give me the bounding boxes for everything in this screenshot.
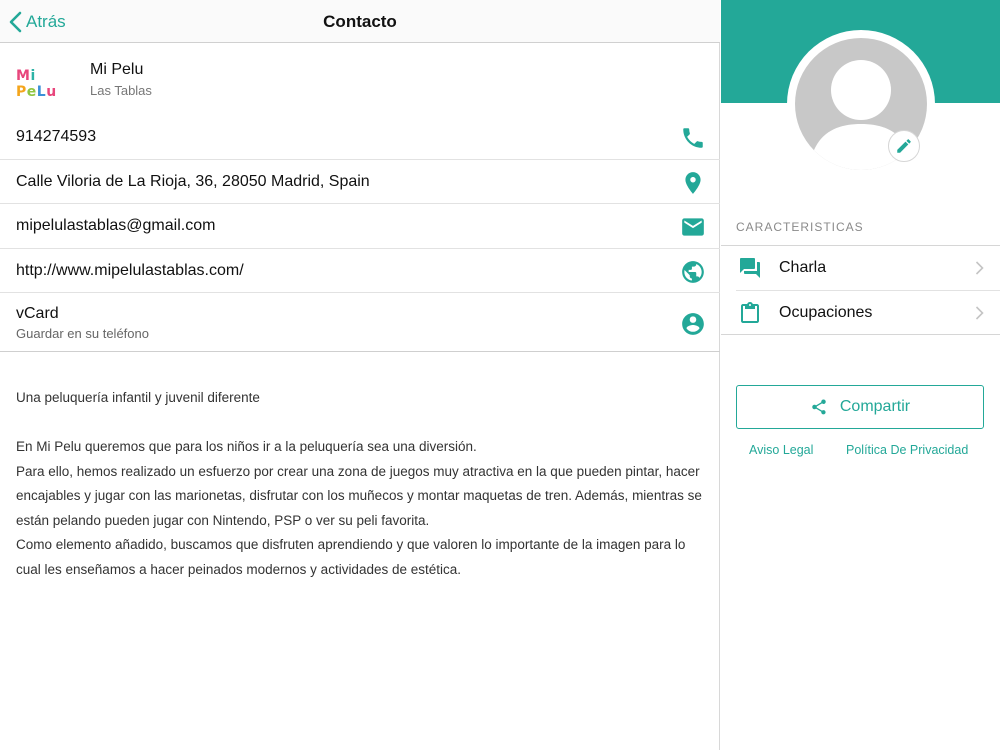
pencil-icon: [897, 139, 911, 153]
business-description: Una peluquería infantil y juvenil difere…: [16, 386, 706, 607]
page-title: Contacto: [323, 12, 397, 31]
business-name: Mi Pelu: [90, 61, 144, 78]
address-text: Calle Viloria de La Rioja, 36, 28050 Mad…: [16, 172, 370, 190]
business-header: Mi PeLu Mi Pelu Las Tablas: [0, 44, 720, 114]
envelope-icon[interactable]: [680, 214, 706, 240]
contact-list: 914274593 Calle Viloria de La Rioja, 36,…: [0, 115, 720, 352]
edit-avatar-button[interactable]: [888, 130, 920, 162]
chat-icon: [738, 256, 762, 280]
feature-label: Charla: [779, 259, 827, 276]
business-location: Las Tablas: [90, 83, 152, 98]
feature-label: Ocupaciones: [779, 304, 873, 321]
share-label: Compartir: [839, 398, 911, 415]
privacy-policy-link[interactable]: Política De Privacidad: [846, 443, 968, 457]
feature-item-charla[interactable]: Charla: [721, 246, 1000, 290]
map-pin-icon[interactable]: [680, 170, 706, 196]
globe-icon[interactable]: [680, 259, 706, 285]
email-row[interactable]: mipelulastablas@gmail.com: [0, 204, 720, 249]
chevron-right-icon: [975, 261, 984, 275]
contact-pane: Atrás Contacto Mi PeLu Mi Pelu Las Tabla…: [0, 0, 720, 750]
vcard-subtitle: Guardar en su teléfono: [16, 326, 149, 341]
features-list: Charla Ocupaciones: [721, 245, 1000, 335]
account-circle-icon[interactable]: [680, 311, 706, 337]
features-section-title: CARACTERISTICAS: [736, 220, 864, 234]
vcard-row[interactable]: vCard Guardar en su teléfono: [0, 293, 720, 352]
share-icon: [812, 399, 826, 415]
phone-icon[interactable]: [680, 125, 706, 151]
chevron-right-icon: [975, 306, 984, 320]
business-logo: Mi PeLu: [16, 68, 57, 100]
description-body: En Mi Pelu queremos que para los niños i…: [16, 439, 702, 577]
address-row[interactable]: Calle Viloria de La Rioja, 36, 28050 Mad…: [0, 160, 720, 204]
clipboard-icon: [738, 301, 762, 325]
share-button[interactable]: Compartir: [736, 385, 984, 429]
email-address: mipelulastablas@gmail.com: [16, 217, 216, 234]
website-row[interactable]: http://www.mipelulastablas.com/: [0, 249, 720, 293]
profile-sidebar: CARACTERISTICAS Charla Ocupaciones Compa…: [721, 0, 1000, 750]
website-url: http://www.mipelulastablas.com/: [16, 261, 244, 279]
feature-item-ocupaciones[interactable]: Ocupaciones: [736, 290, 1000, 334]
phone-row[interactable]: 914274593: [0, 115, 720, 160]
phone-number: 914274593: [16, 128, 97, 145]
legal-notice-link[interactable]: Aviso Legal: [749, 443, 813, 457]
vcard-title: vCard: [16, 305, 59, 322]
description-tagline: Una peluquería infantil y juvenil difere…: [16, 390, 260, 405]
navigation-bar: Atrás Contacto: [0, 0, 720, 43]
